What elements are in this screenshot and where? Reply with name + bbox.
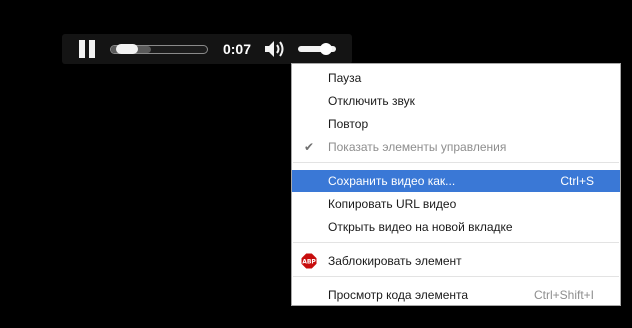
- menu-item-show-controls: ✔ Показать элементы управления: [292, 136, 620, 158]
- menu-separator: [293, 242, 619, 243]
- menu-item-save-video[interactable]: Сохранить видео как... Ctrl+S: [292, 170, 620, 192]
- menu-item-shortcut: Ctrl+S: [560, 174, 594, 188]
- menu-item-block-element[interactable]: ABP Заблокировать элемент: [292, 250, 620, 272]
- menu-item-label: Копировать URL видео: [328, 197, 457, 211]
- volume-slider[interactable]: [298, 43, 338, 55]
- menu-separator: [293, 276, 619, 277]
- volume-icon[interactable]: [263, 39, 287, 59]
- menu-item-label: Сохранить видео как...: [328, 174, 456, 188]
- context-menu: Пауза Отключить звук Повтор ✔ Показать э…: [291, 63, 621, 306]
- menu-item-inspect-element[interactable]: Просмотр кода элемента Ctrl+Shift+I: [292, 284, 620, 306]
- menu-item-label: Открыть видео на новой вкладке: [328, 220, 513, 234]
- pause-button[interactable]: [78, 40, 96, 58]
- video-controls-bar: 0:07: [62, 34, 352, 64]
- menu-item-label: Просмотр кода элемента: [328, 288, 469, 302]
- current-time: 0:07: [222, 41, 252, 57]
- menu-item-label: Повтор: [328, 117, 369, 131]
- seek-thumb[interactable]: [116, 44, 138, 54]
- menu-item-label: Заблокировать элемент: [328, 254, 462, 268]
- adblock-icon-text: ABP: [302, 259, 316, 266]
- volume-thumb[interactable]: [320, 43, 332, 55]
- menu-separator: [293, 162, 619, 163]
- video-stage[interactable]: 0:07 Пауза Отключить звук Повтор ✔ Показ…: [0, 0, 632, 328]
- checkmark-icon: ✔: [304, 140, 315, 154]
- menu-item-pause[interactable]: Пауза: [292, 67, 620, 89]
- menu-item-label: Показать элементы управления: [328, 140, 507, 154]
- pause-icon: [79, 40, 85, 58]
- menu-item-copy-video-url[interactable]: Копировать URL видео: [292, 193, 620, 215]
- pause-icon-bar: [89, 40, 95, 58]
- seek-slider[interactable]: [110, 44, 208, 54]
- menu-item-open-video-new-tab[interactable]: Открыть видео на новой вкладке: [292, 216, 620, 238]
- menu-item-mute[interactable]: Отключить звук: [292, 90, 620, 112]
- menu-item-label: Пауза: [328, 71, 362, 85]
- menu-item-shortcut: Ctrl+Shift+I: [533, 288, 594, 302]
- menu-item-label: Отключить звук: [328, 94, 415, 108]
- menu-item-loop[interactable]: Повтор: [292, 113, 620, 135]
- adblock-icon: ABP: [300, 252, 318, 270]
